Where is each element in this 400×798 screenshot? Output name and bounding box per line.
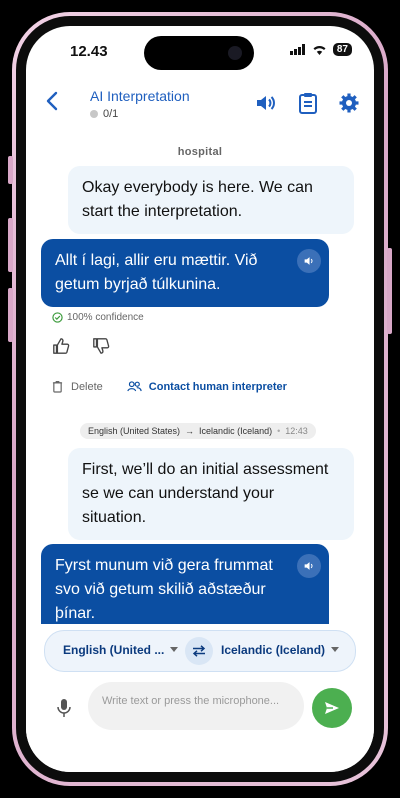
clipboard-icon [299,93,317,114]
source-message-bubble: First, we’ll do an initial assessment se… [68,448,354,540]
source-language-dropdown[interactable]: English (United ... [63,643,179,657]
thumbs-down-button[interactable] [92,337,110,360]
play-translation-button[interactable] [297,554,321,578]
trash-icon [52,381,63,393]
translation-message-text: Allt í lagi, allir eru mættir. Við getum… [55,252,258,293]
page-title: AI Interpretation [90,88,190,104]
power-button [387,248,392,334]
message-actions: Delete Contact human interpreter [52,380,287,393]
arrow-right-icon: → [185,426,195,436]
source-message-text: First, we’ll do an initial assessment se… [82,461,329,526]
thumbs-down-icon [93,338,110,354]
contact-interpreter-button[interactable]: Contact human interpreter [127,381,287,393]
speaker-button[interactable] [254,92,276,119]
caret-down-icon [331,647,340,652]
play-translation-button[interactable] [297,249,321,273]
volume-up-button [8,218,13,272]
source-language-label: English (United ... [63,643,165,657]
swap-icon [192,645,206,657]
to-language: Icelandic (Iceland) [199,426,273,436]
status-dot [90,110,98,118]
translation-message-text: Fyrst munum við gera frummat svo við get… [55,557,273,622]
volume-down-button [8,288,13,342]
target-language-label: Icelandic (Iceland) [221,643,326,657]
dynamic-island [144,36,254,70]
transcript-button[interactable] [298,92,318,119]
message-input[interactable] [100,692,294,726]
language-selector: English (United ... Icelandic (Iceland) [44,630,356,672]
contact-label: Contact human interpreter [148,380,287,393]
gear-icon [339,93,359,113]
dot-separator: • [277,426,281,436]
wifi-icon [313,46,326,55]
translation-message-bubble: Allt í lagi, allir eru mættir. Við getum… [41,239,329,307]
delete-button[interactable]: Delete [52,380,103,393]
status-time: 12.43 [70,43,108,60]
mute-switch [8,156,13,184]
back-button[interactable] [42,90,64,117]
message-time: 12:43 [285,426,308,436]
send-icon [325,702,339,714]
send-button[interactable] [312,688,352,728]
speaker-icon [304,257,313,265]
from-language: English (United States) [88,426,181,436]
confidence-indicator: 100% confidence [52,312,144,323]
session-counter: 0/1 [90,108,118,120]
app-screen: 12.43 87 AI Interpretation 0/1 hospital … [26,26,374,772]
language-pair-pill: English (United States) → Icelandic (Ice… [80,423,316,439]
check-circle-icon [52,312,63,323]
speaker-icon [304,562,313,570]
confidence-text: 100% confidence [67,312,144,323]
microphone-button[interactable] [56,698,72,723]
caret-down-icon [170,647,179,652]
signal-icon [289,44,305,55]
microphone-icon [57,699,71,717]
people-icon [127,381,142,392]
settings-button[interactable] [338,92,360,119]
delete-label: Delete [71,380,103,393]
chevron-left-icon [46,91,58,111]
status-icons: 87 [289,43,352,56]
source-message-text: Okay everybody is here. We can start the… [82,179,313,220]
swap-languages-button[interactable] [185,637,213,665]
target-language-dropdown[interactable]: Icelandic (Iceland) [221,643,340,657]
thumbs-up-button[interactable] [52,337,70,360]
camera-icon [228,46,242,60]
source-message-bubble: Okay everybody is here. We can start the… [68,166,354,234]
session-count: 0/1 [103,108,119,120]
thumbs-up-icon [53,338,70,354]
context-label: hospital [177,146,223,158]
message-input-container [88,682,304,730]
battery-indicator: 87 [332,43,352,56]
app-header: AI Interpretation 0/1 [26,80,374,130]
speaker-icon [257,96,275,110]
